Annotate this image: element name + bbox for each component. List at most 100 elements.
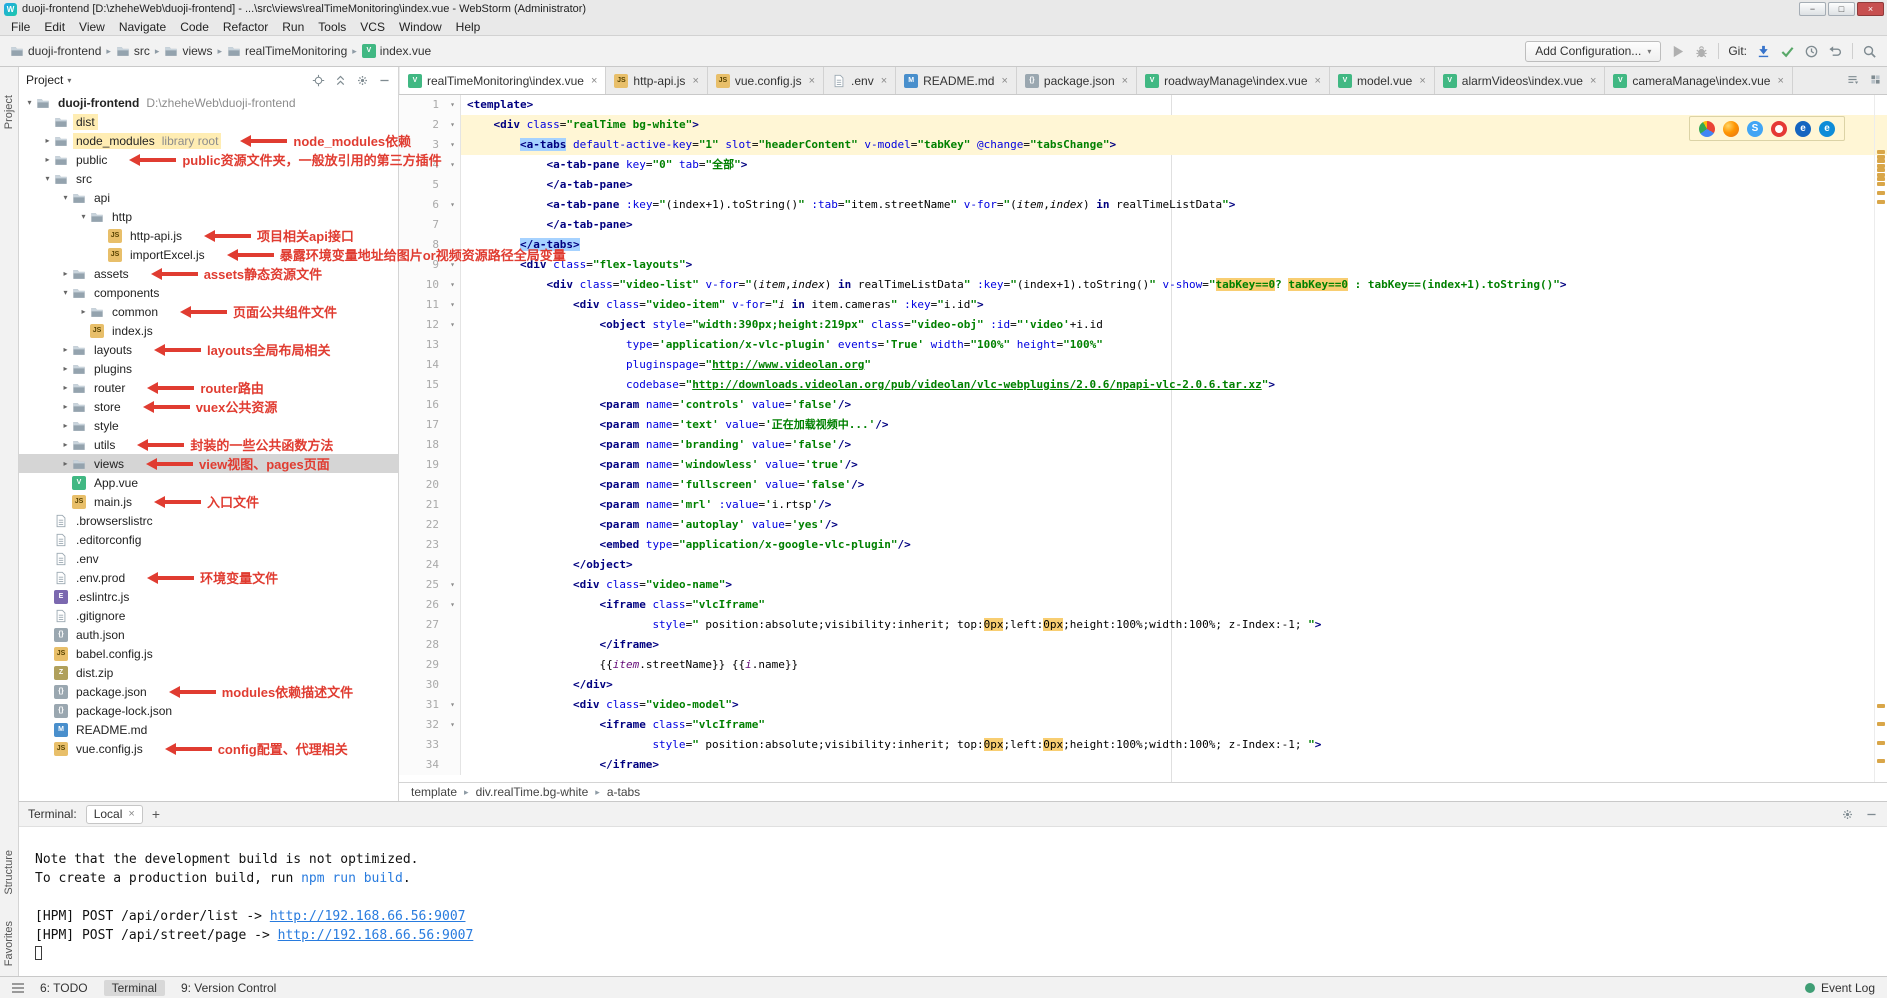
tree-item-duoji-frontend[interactable]: ▾duoji-frontendD:\zheheWeb\duoji-fronten… [19, 93, 398, 112]
fold-arrow-icon[interactable]: ▾ [445, 595, 460, 615]
breadcrumb-duoji-frontend[interactable]: duoji-frontend [10, 44, 101, 58]
terminal-link[interactable]: http://192.168.66.56:9007 [270, 909, 466, 924]
project-panel-title[interactable]: Project [26, 73, 63, 87]
editor-tab-vue-config-js[interactable]: JSvue.config.js× [708, 67, 824, 94]
chevron-down-icon[interactable]: ▾ [77, 212, 90, 221]
code-text[interactable]: <param name='mrl' :value='i.rtsp'/> [461, 495, 1887, 515]
tree-item-package-json[interactable]: {}package.jsonmodules依赖描述文件 [19, 682, 398, 701]
code-text[interactable]: <a-tab-pane key="0" tab="全部"> [461, 155, 1887, 175]
safari-browser-icon[interactable]: S [1747, 121, 1763, 137]
gutter[interactable]: 1▾ [399, 95, 461, 115]
code-line-4[interactable]: 4▾ <a-tab-pane key="0" tab="全部"> [399, 155, 1887, 175]
code-line-18[interactable]: 18 <param name='branding' value='false'/… [399, 435, 1887, 455]
close-tab-icon[interactable]: × [1419, 75, 1425, 87]
code-text[interactable]: pluginspage="http://www.videolan.org" [461, 355, 1887, 375]
gutter[interactable]: 33 [399, 735, 461, 755]
tab-list-icon[interactable] [1846, 73, 1859, 86]
tree-item-components[interactable]: ▾components [19, 283, 398, 302]
close-tab-icon[interactable]: × [692, 75, 698, 87]
code-text[interactable]: </iframe> [461, 635, 1887, 655]
gutter[interactable]: 16 [399, 395, 461, 415]
code-text[interactable]: <div class="realTime bg-white"> [461, 115, 1887, 135]
code-text[interactable]: <param name='autoplay' value='yes'/> [461, 515, 1887, 535]
chevron-right-icon[interactable]: ▸ [59, 402, 72, 411]
terminal-output[interactable]: Note that the development build is not o… [19, 827, 1887, 976]
settings-gear-icon[interactable] [1841, 808, 1854, 821]
tree-item-style[interactable]: ▸style [19, 416, 398, 435]
tree-item-vue-config-js[interactable]: JSvue.config.jsconfig配置、代理相关 [19, 739, 398, 758]
gutter[interactable]: 31▾ [399, 695, 461, 715]
line-number[interactable]: 29 [399, 655, 445, 675]
editor-tab-model-vue[interactable]: Vmodel.vue× [1330, 67, 1435, 94]
chevron-right-icon[interactable]: ▸ [59, 440, 72, 449]
tree-item-importexcel-js[interactable]: JSimportExcel.js暴露环境变量地址给图片or视频资源路径全局变量 [19, 245, 398, 264]
editor-tab-env[interactable]: .env× [824, 67, 896, 94]
editor-breadcrumb-a-tabs[interactable]: a-tabs [607, 785, 640, 799]
close-tab-icon[interactable]: × [881, 75, 887, 87]
menu-window[interactable]: Window [392, 20, 449, 34]
tree-item-dist-zip[interactable]: Zdist.zip [19, 663, 398, 682]
code-text[interactable]: type='application/x-vlc-plugin' events='… [461, 335, 1887, 355]
close-tab-icon[interactable]: × [591, 75, 597, 87]
tree-item-eslintrc-js[interactable]: E.eslintrc.js [19, 587, 398, 606]
code-line-10[interactable]: 10▾ <div class="video-list" v-for="(item… [399, 275, 1887, 295]
code-text[interactable]: style=" position:absolute;visibility:inh… [461, 735, 1887, 755]
code-line-3[interactable]: 3▾ <a-tabs default-active-key="1" slot="… [399, 135, 1887, 155]
gutter[interactable]: 10▾ [399, 275, 461, 295]
tree-item-store[interactable]: ▸storevuex公共资源 [19, 397, 398, 416]
locate-file-icon[interactable] [312, 74, 325, 87]
line-number[interactable]: 21 [399, 495, 445, 515]
tool-windows-icon[interactable] [12, 983, 24, 993]
code-text[interactable]: <param name='fullscreen' value='false'/> [461, 475, 1887, 495]
gutter[interactable]: 30 [399, 675, 461, 695]
code-line-21[interactable]: 21 <param name='mrl' :value='i.rtsp'/> [399, 495, 1887, 515]
tree-item-src[interactable]: ▾src [19, 169, 398, 188]
chevron-right-icon[interactable]: ▸ [41, 155, 54, 164]
close-tab-icon[interactable]: × [1315, 75, 1321, 87]
code-line-33[interactable]: 33 style=" position:absolute;visibility:… [399, 735, 1887, 755]
chevron-down-icon[interactable]: ▾ [59, 193, 72, 202]
code-line-34[interactable]: 34 </iframe> [399, 755, 1887, 775]
menu-help[interactable]: Help [449, 20, 488, 34]
line-number[interactable]: 13 [399, 335, 445, 355]
fold-arrow-icon[interactable]: ▾ [445, 315, 460, 335]
chevron-down-icon[interactable]: ▾ [23, 98, 36, 107]
code-text[interactable]: <div class="flex-layouts"> [461, 255, 1887, 275]
git-commit-icon[interactable] [1780, 44, 1795, 59]
line-number[interactable]: 12 [399, 315, 445, 335]
settings-gear-icon[interactable] [356, 74, 369, 87]
gutter[interactable]: 27 [399, 615, 461, 635]
warning-stripe-mark[interactable] [1877, 159, 1885, 163]
code-text[interactable]: <object style="width:390px;height:219px"… [461, 315, 1887, 335]
code-line-12[interactable]: 12▾ <object style="width:390px;height:21… [399, 315, 1887, 335]
fold-arrow-icon[interactable]: ▾ [445, 195, 460, 215]
warning-stripe-mark[interactable] [1877, 150, 1885, 154]
menu-edit[interactable]: Edit [37, 20, 72, 34]
firefox-browser-icon[interactable] [1723, 121, 1739, 137]
editor-breadcrumb-div-realtime-bg-white[interactable]: div.realTime.bg-white [476, 785, 589, 799]
gutter[interactable]: 17 [399, 415, 461, 435]
close-tab-icon[interactable]: × [1777, 75, 1783, 87]
chevron-down-icon[interactable]: ▾ [41, 174, 54, 183]
gutter[interactable]: 29 [399, 655, 461, 675]
editor[interactable]: 1▾<template>2▾ <div class="realTime bg-w… [399, 95, 1887, 782]
chrome-browser-icon[interactable] [1699, 121, 1715, 137]
code-line-26[interactable]: 26▾ <iframe class="vlcIframe" [399, 595, 1887, 615]
tree-item-editorconfig[interactable]: .editorconfig [19, 530, 398, 549]
warning-stripe-mark[interactable] [1877, 741, 1885, 745]
code-text[interactable]: <param name='controls' value='false'/> [461, 395, 1887, 415]
code-line-17[interactable]: 17 <param name='text' value='正在加载视频中...'… [399, 415, 1887, 435]
tree-item-api[interactable]: ▾api [19, 188, 398, 207]
code-text[interactable]: </a-tab-pane> [461, 175, 1887, 195]
menu-refactor[interactable]: Refactor [216, 20, 275, 34]
terminal-link[interactable]: http://192.168.66.56:9007 [278, 928, 474, 943]
line-number[interactable]: 28 [399, 635, 445, 655]
gutter[interactable]: 23 [399, 535, 461, 555]
gutter[interactable]: 20 [399, 475, 461, 495]
tree-item-layouts[interactable]: ▸layoutslayouts全局布局相关 [19, 340, 398, 359]
code-line-19[interactable]: 19 <param name='windowless' value='true'… [399, 455, 1887, 475]
gutter[interactable]: 32▾ [399, 715, 461, 735]
line-number[interactable]: 25 [399, 575, 445, 595]
gutter[interactable]: 11▾ [399, 295, 461, 315]
warning-stripe-mark[interactable] [1877, 191, 1885, 195]
